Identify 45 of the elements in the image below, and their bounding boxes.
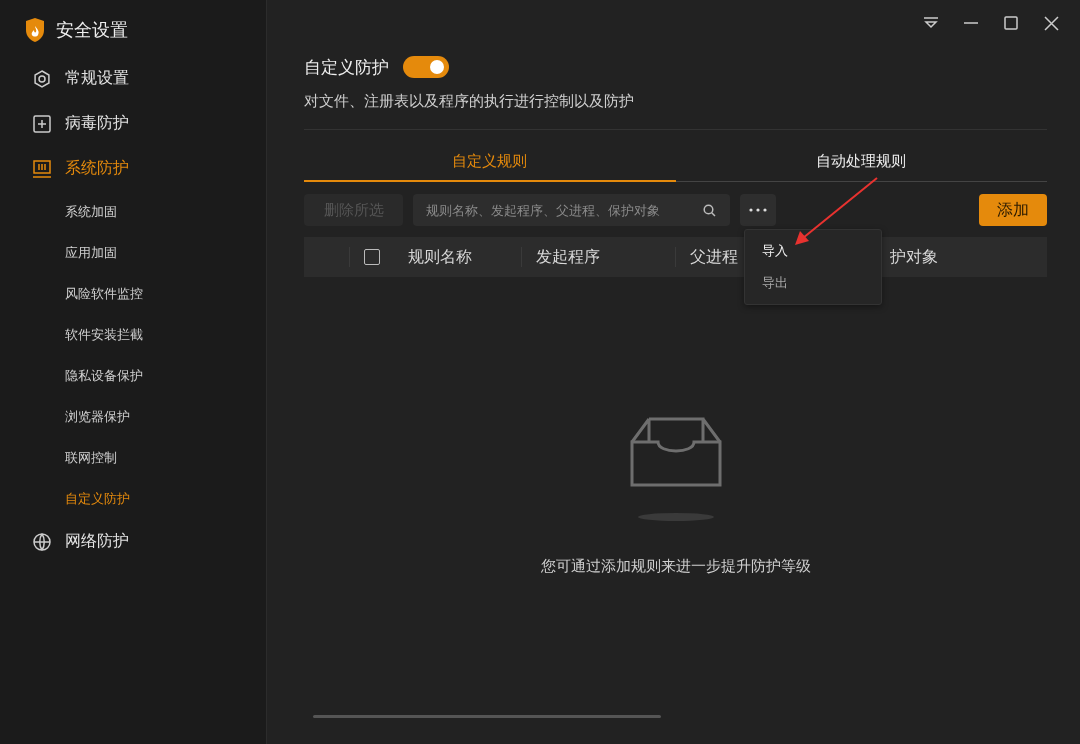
nav-sub-item[interactable]: 浏览器保护 — [0, 396, 266, 437]
nav-sub-item[interactable]: 系统加固 — [0, 191, 266, 232]
search-icon — [703, 203, 716, 217]
column-header: 规则名称 — [408, 246, 472, 267]
search-input[interactable]: 规则名称、发起程序、父进程、保护对象 — [424, 201, 703, 219]
nav-group-item[interactable]: 病毒防护 — [0, 101, 266, 146]
monitor-sliders-icon — [32, 158, 52, 179]
empty-message: 您可通过添加规则来进一步提升防护等级 — [540, 557, 811, 576]
column-header: 护对象 — [890, 246, 938, 267]
nav-sub-item[interactable]: 软件安装拦截 — [0, 314, 266, 355]
shield-flame-logo — [24, 17, 46, 43]
maximize-icon — [1004, 16, 1018, 30]
nav-sub-item[interactable]: 应用加固 — [0, 232, 266, 273]
caret-icon — [923, 17, 939, 29]
nav-sub-item[interactable]: 风险软件监控 — [0, 273, 266, 314]
nav-group-item[interactable]: 常规设置 — [0, 56, 266, 101]
close-button[interactable] — [1041, 13, 1061, 33]
tab[interactable]: 自定义规则 — [304, 140, 676, 182]
nav-group-item[interactable]: 网络防护 — [0, 519, 266, 564]
nav-sub-item[interactable]: 联网控制 — [0, 437, 266, 478]
empty-tray-icon — [629, 417, 722, 489]
search-field[interactable]: 规则名称、发起程序、父进程、保护对象 — [413, 194, 730, 226]
nav-sub-item[interactable]: 隐私设备保护 — [0, 355, 266, 396]
column-header: 发起程序 — [536, 246, 600, 267]
section-description: 对文件、注册表以及程序的执行进行控制以及防护 — [304, 92, 1047, 130]
nav-group-item[interactable]: 系统防护 — [0, 146, 266, 191]
nav-sub-item[interactable]: 自定义防护 — [0, 478, 266, 519]
gear-icon — [32, 68, 52, 89]
plus-square-icon — [32, 113, 52, 134]
globe-icon — [32, 531, 52, 552]
section-title: 自定义防护 — [304, 56, 389, 79]
maximize-button[interactable] — [1001, 13, 1021, 33]
toggle-switch[interactable] — [403, 56, 449, 78]
menu-item[interactable]: 导出 — [745, 267, 881, 299]
select-all-checkbox[interactable] — [364, 249, 380, 265]
close-icon — [1043, 15, 1059, 31]
column-header: 父进程 — [690, 246, 738, 267]
app-title: 安全设置 — [56, 19, 128, 42]
scrollbar[interactable] — [313, 715, 661, 718]
more-dots-icon — [749, 208, 767, 212]
add-button[interactable]: 添加 — [979, 194, 1047, 226]
tab[interactable]: 自动处理规则 — [675, 140, 1047, 182]
more-button[interactable] — [740, 194, 776, 226]
minimize-icon — [964, 22, 978, 24]
menu-item[interactable]: 导入 — [745, 235, 881, 267]
